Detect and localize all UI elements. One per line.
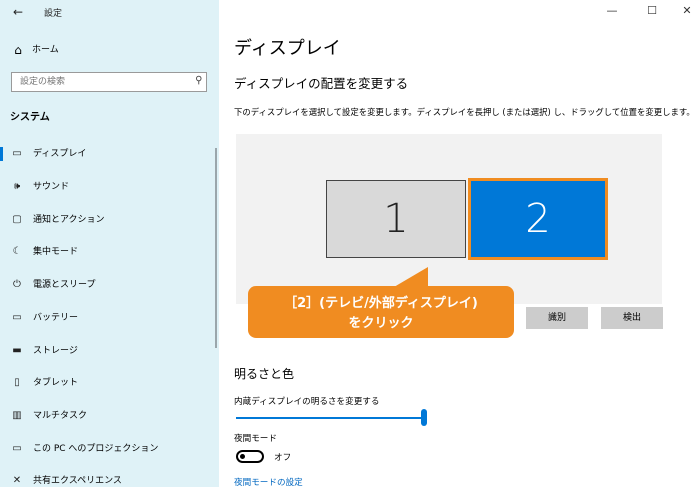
close-icon: ✕: [682, 4, 692, 17]
night-light-label: 夜間モード: [234, 434, 277, 444]
multitask-icon: ▥: [12, 410, 22, 421]
maximize-button[interactable]: ☐: [642, 2, 662, 20]
sidebar-home[interactable]: ⌂ ホーム: [10, 40, 210, 60]
sidebar-item-label: マルチタスク: [33, 411, 88, 421]
search-input[interactable]: [12, 73, 195, 91]
sidebar: ← 設定 ⌂ ホーム ⚲ システム ▭ ディスプレイ 🕪 サウンド ▢ 通知とア…: [0, 0, 219, 487]
speaker-icon: 🕪: [13, 181, 21, 192]
sidebar-item-focus[interactable]: ☾ 集中モード: [0, 240, 219, 264]
detect-button[interactable]: 検出: [601, 307, 663, 329]
callout-line-1: ［2］(テレビ/外部ディスプレイ): [284, 296, 478, 311]
sidebar-item-label: 電源とスリープ: [33, 280, 96, 290]
brightness-label: 内蔵ディスプレイの明るさを変更する: [234, 397, 380, 407]
sidebar-item-shared[interactable]: ✕ 共有エクスペリエンス: [0, 469, 219, 493]
instruction-callout: ［2］(テレビ/外部ディスプレイ) をクリック: [248, 267, 514, 338]
sidebar-item-power[interactable]: ⏻ 電源とスリープ: [0, 273, 219, 297]
maximize-icon: ☐: [647, 4, 657, 17]
display-arrangement-area: 1 2: [236, 134, 662, 304]
night-light-settings-link[interactable]: 夜間モードの設定: [234, 476, 303, 488]
monitor-icon: ▭: [12, 148, 22, 159]
sidebar-item-battery[interactable]: ▭ バッテリー: [0, 306, 219, 330]
moon-icon: ☾: [12, 246, 22, 257]
page-title: ディスプレイ: [234, 38, 341, 59]
back-arrow-icon: ←: [12, 5, 24, 19]
sidebar-item-multitask[interactable]: ▥ マルチタスク: [0, 404, 219, 428]
share-icon: ✕: [12, 475, 22, 486]
monitor-1[interactable]: 1: [326, 180, 466, 258]
main-content: — ☐ ✕ ディスプレイ ディスプレイの配置を変更する 下のディスプレイを選択し…: [219, 0, 700, 488]
brightness-slider-thumb[interactable]: [421, 409, 427, 426]
storage-icon: ▬: [12, 345, 22, 356]
callout-line-2: をクリック: [348, 316, 414, 331]
search-icon[interactable]: ⚲: [195, 75, 202, 86]
brightness-slider-track[interactable]: [236, 417, 426, 419]
sidebar-item-label: 共有エクスペリエンス: [33, 476, 122, 486]
night-light-toggle[interactable]: [236, 450, 264, 463]
sidebar-item-label: バッテリー: [33, 313, 79, 323]
sidebar-scrollbar[interactable]: [215, 148, 217, 348]
projection-icon: ▭: [12, 443, 22, 454]
sidebar-item-label: ストレージ: [33, 346, 78, 356]
arrange-description: 下のディスプレイを選択して設定を変更します。ディスプレイを長押し (または選択)…: [234, 107, 695, 117]
sidebar-item-label: 集中モード: [33, 247, 79, 257]
close-button[interactable]: ✕: [677, 2, 697, 20]
sidebar-item-notifications[interactable]: ▢ 通知とアクション: [0, 208, 219, 232]
search-box[interactable]: ⚲: [11, 72, 207, 92]
notification-icon: ▢: [12, 214, 22, 225]
section-title: システム: [10, 112, 50, 123]
power-icon: ⏻: [13, 279, 21, 290]
sidebar-item-label: この PC へのプロジェクション: [33, 444, 159, 454]
arrange-heading: ディスプレイの配置を変更する: [234, 76, 409, 91]
brightness-heading: 明るさと色: [234, 367, 295, 381]
sidebar-item-projection[interactable]: ▭ この PC へのプロジェクション: [0, 437, 219, 461]
back-button[interactable]: ←: [10, 4, 26, 20]
monitor-2[interactable]: 2: [468, 178, 608, 260]
identify-button[interactable]: 識別: [526, 307, 588, 329]
sidebar-item-display[interactable]: ▭ ディスプレイ: [0, 142, 219, 166]
toggle-knob: [240, 454, 245, 459]
minimize-button[interactable]: —: [602, 2, 622, 20]
sidebar-item-label: ディスプレイ: [33, 149, 87, 159]
night-light-state: オフ: [274, 453, 292, 463]
window-title: 設定: [44, 9, 63, 19]
sidebar-item-label: サウンド: [33, 182, 70, 192]
sidebar-item-label: 通知とアクション: [33, 215, 105, 225]
sidebar-item-storage[interactable]: ▬ ストレージ: [0, 339, 219, 363]
tablet-icon: ▯: [14, 377, 20, 388]
sidebar-item-sound[interactable]: 🕪 サウンド: [0, 175, 219, 199]
sidebar-home-label: ホーム: [32, 45, 59, 55]
sidebar-item-label: タブレット: [33, 378, 79, 388]
battery-icon: ▭: [12, 312, 22, 323]
sidebar-item-tablet[interactable]: ▯ タブレット: [0, 371, 219, 395]
home-icon: ⌂: [14, 43, 22, 57]
minimize-icon: —: [606, 4, 618, 17]
